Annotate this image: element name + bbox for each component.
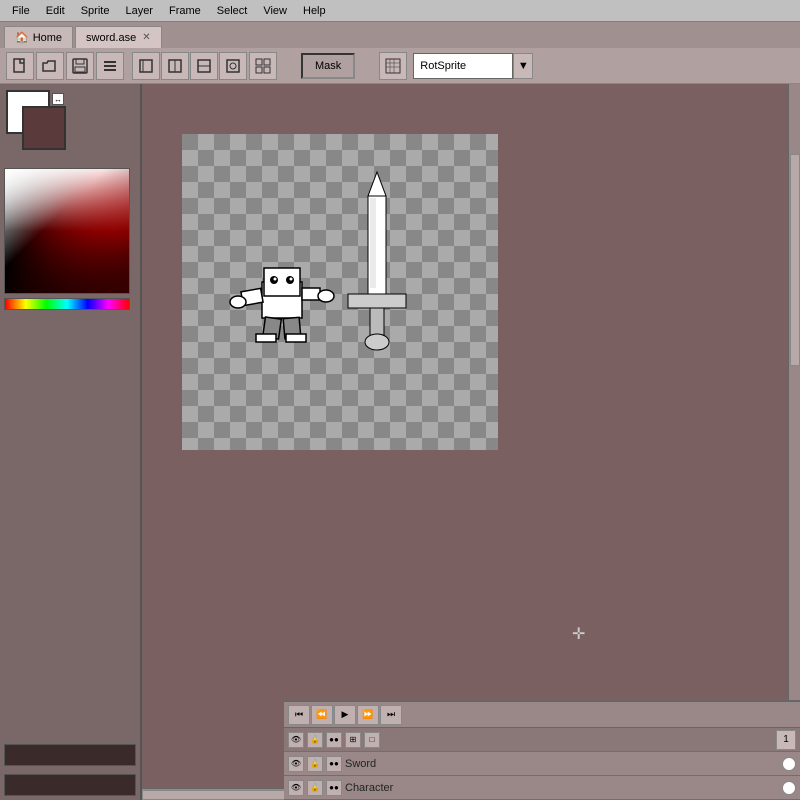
- menu-view[interactable]: View: [255, 3, 295, 19]
- swap-colors[interactable]: ↔: [52, 93, 64, 105]
- v-scrollbar[interactable]: [788, 84, 800, 788]
- tab-sword[interactable]: sword.ase ✕: [75, 26, 162, 48]
- layer-cel-icon-char[interactable]: ●●: [326, 780, 342, 796]
- open-file-button[interactable]: [36, 52, 64, 80]
- layer-sword-name[interactable]: Sword: [345, 758, 779, 770]
- layer-row-character: 👁 🔓 ●● Character: [284, 776, 800, 800]
- layer-visibility-icon-group[interactable]: 👁: [288, 732, 304, 748]
- pixel-grid-icon: [385, 58, 401, 74]
- layer-lock-icon-char[interactable]: 🔓: [307, 780, 323, 796]
- layer-sword-circle: [782, 757, 796, 771]
- layer-visibility-icon-char[interactable]: 👁: [288, 780, 304, 796]
- v-scrollbar-thumb[interactable]: [790, 154, 800, 365]
- transform-btn-4[interactable]: [219, 52, 247, 80]
- layer-row-sword: 👁 🔓 ●● Sword: [284, 752, 800, 776]
- grid-icon: [255, 58, 271, 74]
- color-hex-input[interactable]: #000000: [4, 774, 136, 796]
- toolbar: Mask RotSprite ▼: [0, 48, 800, 84]
- menu-select[interactable]: Select: [209, 3, 256, 19]
- gradient-overlay2: [5, 169, 129, 293]
- color-swatches: ↔: [0, 84, 140, 160]
- first-frame-button[interactable]: ⏮: [288, 705, 310, 725]
- menu-icon: [102, 58, 118, 74]
- menubar: File Edit Sprite Layer Frame Select View…: [0, 0, 800, 22]
- layer-expand-icon[interactable]: ⊞: [345, 732, 361, 748]
- tabbar: 🏠 Home sword.ase ✕: [0, 22, 800, 48]
- rot-sprite-dropdown[interactable]: RotSprite: [413, 53, 513, 79]
- save-file-button[interactable]: [66, 52, 94, 80]
- play-button[interactable]: ▶: [334, 705, 356, 725]
- tab-sword-label: sword.ase: [86, 32, 136, 44]
- transform-btn-1[interactable]: [132, 52, 160, 80]
- color-picker-area: [0, 164, 140, 740]
- new-file-icon: [12, 58, 28, 74]
- layer-name-input[interactable]: ldx-8: [4, 744, 136, 766]
- menu-button[interactable]: [96, 52, 124, 80]
- home-icon: 🏠: [15, 31, 29, 44]
- menu-help[interactable]: Help: [295, 3, 334, 19]
- layer-char-circle: [782, 781, 796, 795]
- layer-cel-icon-sword[interactable]: ●●: [326, 756, 342, 772]
- checkerboard: [182, 134, 498, 450]
- transform-icon-4: [225, 58, 241, 74]
- layer-frame-num: 1: [776, 730, 796, 750]
- canvas-container: [182, 134, 498, 450]
- next-frame-button[interactable]: ⏩: [357, 705, 379, 725]
- layer-lock-icon-sword[interactable]: 🔓: [307, 756, 323, 772]
- menu-frame[interactable]: Frame: [161, 3, 209, 19]
- layer-type-icon-group[interactable]: ●●: [326, 732, 342, 748]
- background-color[interactable]: [22, 106, 66, 150]
- transform-btn-3[interactable]: [190, 52, 218, 80]
- playback-controls: ⏮ ⏪ ▶ ⏩ ⏭: [284, 702, 800, 728]
- fg-bg-colors[interactable]: ↔: [6, 90, 66, 150]
- transform-icon-1: [138, 58, 154, 74]
- prev-frame-button[interactable]: ⏪: [311, 705, 333, 725]
- rot-sprite-dropdown-group: RotSprite ▼: [413, 53, 533, 79]
- cursor-cross-indicator: ✛: [572, 624, 585, 644]
- menu-file[interactable]: File: [4, 3, 38, 19]
- layer-lock-icon-group[interactable]: 🔓: [307, 732, 323, 748]
- rot-sprite-arrow[interactable]: ▼: [513, 53, 533, 79]
- grid-button[interactable]: [249, 52, 277, 80]
- new-file-button[interactable]: [6, 52, 34, 80]
- pixel-grid-button[interactable]: [379, 52, 407, 80]
- layers-panel: 👁 🔓 ●● ⊞ □ 1 👁 🔓 ●● Sword: [284, 728, 800, 800]
- layer-row-group: 👁 🔓 ●● ⊞ □ 1: [284, 728, 800, 752]
- canvas-area[interactable]: ✛ ⏮ ⏪ ▶ ⏩ ⏭ 👁: [142, 84, 800, 800]
- transform-icon-2: [167, 58, 183, 74]
- save-file-icon: [72, 58, 88, 74]
- bottom-area: ⏮ ⏪ ▶ ⏩ ⏭ 👁 🔓 ●● ⊞ □ 1: [284, 700, 800, 800]
- menu-layer[interactable]: Layer: [117, 3, 161, 19]
- last-frame-button[interactable]: ⏭: [380, 705, 402, 725]
- sprite-canvas[interactable]: [182, 134, 498, 450]
- open-file-icon: [42, 58, 58, 74]
- mask-button[interactable]: Mask: [301, 53, 355, 79]
- layer-char-name[interactable]: Character: [345, 782, 779, 794]
- tab-home[interactable]: 🏠 Home: [4, 26, 73, 48]
- tab-home-label: Home: [33, 32, 62, 44]
- transform-tools: [132, 52, 247, 80]
- main-area: ↔ ldx-8 #000000: [0, 84, 800, 800]
- tab-sword-close[interactable]: ✕: [142, 32, 150, 43]
- layer-visibility-icon-sword[interactable]: 👁: [288, 756, 304, 772]
- left-panel: ↔ ldx-8 #000000: [0, 84, 142, 800]
- layer-folder-icon: □: [364, 732, 380, 748]
- transform-btn-2[interactable]: [161, 52, 189, 80]
- menu-edit[interactable]: Edit: [38, 3, 73, 19]
- transform-icon-3: [196, 58, 212, 74]
- color-gradient[interactable]: [4, 168, 130, 294]
- menu-sprite[interactable]: Sprite: [73, 3, 118, 19]
- hue-bar[interactable]: [4, 298, 130, 310]
